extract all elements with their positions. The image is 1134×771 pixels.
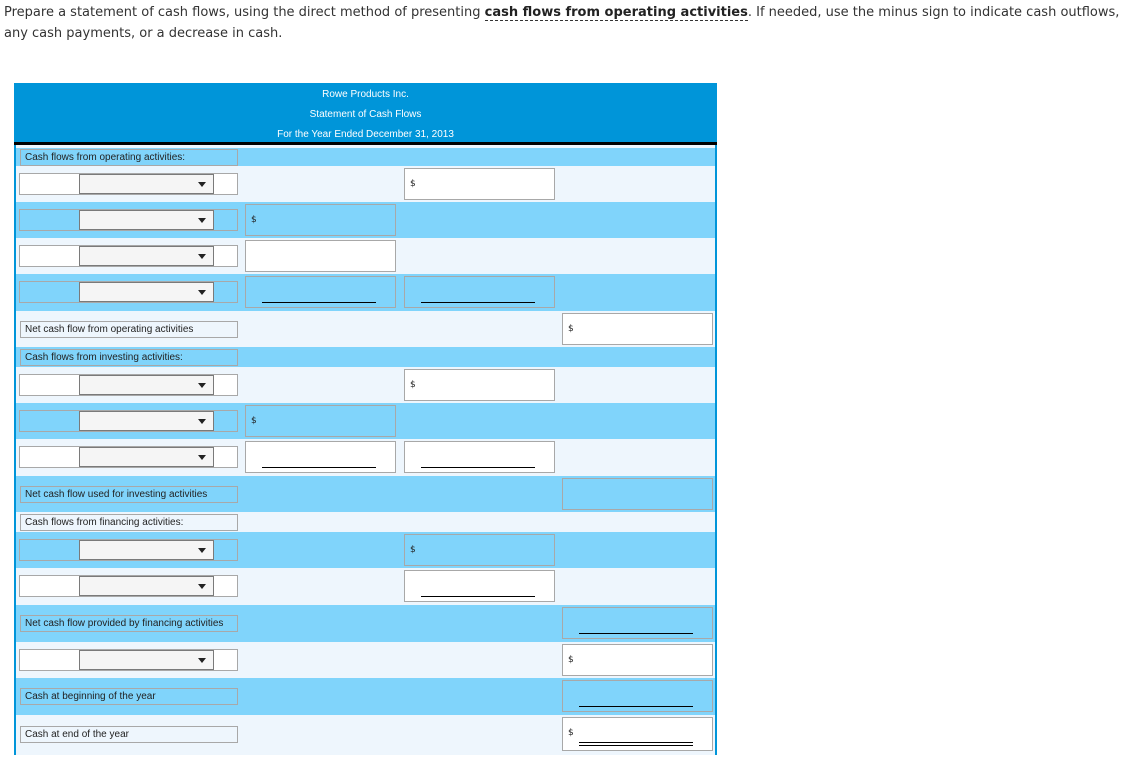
financing-item-2-amount-input[interactable] <box>404 570 555 602</box>
row-net-change-in-cash: $ <box>16 642 715 678</box>
row-financing-2 <box>16 568 715 605</box>
operating-item-1-field <box>19 173 238 195</box>
cash-beginning-label: Cash at beginning of the year <box>20 688 238 705</box>
investing-item-3-amount-input[interactable] <box>245 441 396 473</box>
row-financing-1: $ <box>16 532 715 568</box>
subtotal-underline <box>421 596 535 597</box>
operating-item-3-field <box>19 245 238 267</box>
statement-title: Statement of Cash Flows <box>309 109 422 120</box>
net-investing-amount-input[interactable] <box>562 478 713 510</box>
operating-item-3-dropdown[interactable] <box>79 246 214 266</box>
investing-activities-label: Cash flows from investing activities: <box>20 349 238 366</box>
operating-item-1-dropdown[interactable] <box>79 174 214 194</box>
subtotal-underline <box>262 302 376 303</box>
statement-period: For the Year Ended December 31, 2013 <box>277 129 454 140</box>
row-operating-3 <box>16 238 715 274</box>
row-investing-3 <box>16 439 715 476</box>
row-net-investing: Net cash flow used for investing activit… <box>16 476 715 512</box>
investing-item-3-dropdown[interactable] <box>79 447 214 467</box>
row-investing-2: $ <box>16 403 715 439</box>
row-operating-4 <box>16 274 715 311</box>
row-net-financing: Net cash flow provided by financing acti… <box>16 605 715 642</box>
investing-item-1-amount-input[interactable]: $ <box>404 369 555 401</box>
subtotal-underline <box>579 706 693 707</box>
row-operating-2: $ <box>16 202 715 238</box>
net-change-field <box>19 649 238 671</box>
cash-end-label: Cash at end of the year <box>20 726 238 743</box>
row-cash-end: Cash at end of the year $ <box>16 715 715 755</box>
chevron-down-icon <box>198 548 206 553</box>
operating-subtotal-input[interactable] <box>404 276 555 308</box>
dollar-sign: $ <box>568 324 574 334</box>
row-net-operating: Net cash flow from operating activities … <box>16 311 715 347</box>
row-operating-1: $ <box>16 166 715 202</box>
chevron-down-icon <box>198 419 206 424</box>
operating-item-4-dropdown[interactable] <box>79 282 214 302</box>
subtotal-underline <box>421 302 535 303</box>
net-change-amount-input[interactable]: $ <box>562 644 713 676</box>
operating-item-2-amount-input[interactable]: $ <box>245 204 396 236</box>
subtotal-underline <box>421 467 535 468</box>
net-operating-amount-input[interactable]: $ <box>562 313 713 345</box>
dollar-sign: $ <box>410 179 416 189</box>
row-investing-header: Cash flows from investing activities: <box>16 347 715 367</box>
cash-end-amount-input[interactable]: $ <box>562 717 713 751</box>
financing-item-2-field <box>19 575 238 597</box>
operating-item-3-amount-input[interactable] <box>245 240 396 272</box>
dollar-sign: $ <box>251 215 257 225</box>
chevron-down-icon <box>198 455 206 460</box>
investing-subtotal-input[interactable] <box>404 441 555 473</box>
operating-item-2-field <box>19 209 238 231</box>
chevron-down-icon <box>198 290 206 295</box>
financing-item-1-amount-input[interactable]: $ <box>404 534 555 566</box>
net-operating-label: Net cash flow from operating activities <box>20 321 238 338</box>
operating-item-4-amount-input[interactable] <box>245 276 396 308</box>
row-cash-beginning: Cash at beginning of the year <box>16 678 715 715</box>
financing-item-2-dropdown[interactable] <box>79 576 214 596</box>
investing-item-2-dropdown[interactable] <box>79 411 214 431</box>
chevron-down-icon <box>198 584 206 589</box>
subtotal-underline <box>262 467 376 468</box>
total-double-underline <box>579 742 693 746</box>
chevron-down-icon <box>198 182 206 187</box>
row-operating-header: Cash flows from operating activities: <box>16 148 715 166</box>
dollar-sign: $ <box>410 545 416 555</box>
row-financing-header: Cash flows from financing activities: <box>16 512 715 532</box>
investing-item-1-field <box>19 374 238 396</box>
net-change-dropdown[interactable] <box>79 650 214 670</box>
instructions-text-before: Prepare a statement of cash flows, using… <box>4 5 485 20</box>
operating-item-4-field <box>19 281 238 303</box>
operating-item-2-dropdown[interactable] <box>79 210 214 230</box>
net-financing-amount-input[interactable] <box>562 607 713 639</box>
chevron-down-icon <box>198 658 206 663</box>
dollar-sign: $ <box>568 728 574 738</box>
cash-flow-statement-worksheet: Rowe Products Inc. Statement of Cash Flo… <box>14 83 717 755</box>
net-financing-label: Net cash flow provided by financing acti… <box>20 615 238 632</box>
dollar-sign: $ <box>410 380 416 390</box>
net-investing-label: Net cash flow used for investing activit… <box>20 486 238 503</box>
operating-activities-label: Cash flows from operating activities: <box>20 149 238 166</box>
investing-item-1-dropdown[interactable] <box>79 375 214 395</box>
subtotal-underline <box>579 633 693 634</box>
glossary-term-link[interactable]: cash flows from operating activities <box>484 5 748 21</box>
financing-item-1-field <box>19 539 238 561</box>
chevron-down-icon <box>198 254 206 259</box>
investing-item-2-field <box>19 410 238 432</box>
financing-activities-label: Cash flows from financing activities: <box>20 514 238 531</box>
chevron-down-icon <box>198 218 206 223</box>
instructions: Prepare a statement of cash flows, using… <box>4 2 1132 44</box>
dollar-sign: $ <box>568 655 574 665</box>
chevron-down-icon <box>198 383 206 388</box>
investing-item-2-amount-input[interactable]: $ <box>245 405 396 437</box>
company-name: Rowe Products Inc. <box>322 89 409 100</box>
financing-item-1-dropdown[interactable] <box>79 540 214 560</box>
investing-item-3-field <box>19 446 238 468</box>
statement-header: Rowe Products Inc. Statement of Cash Flo… <box>14 83 717 145</box>
row-investing-1: $ <box>16 367 715 403</box>
operating-item-1-amount-input[interactable]: $ <box>404 168 555 200</box>
dollar-sign: $ <box>251 416 257 426</box>
cash-beginning-amount-input[interactable] <box>562 680 713 712</box>
